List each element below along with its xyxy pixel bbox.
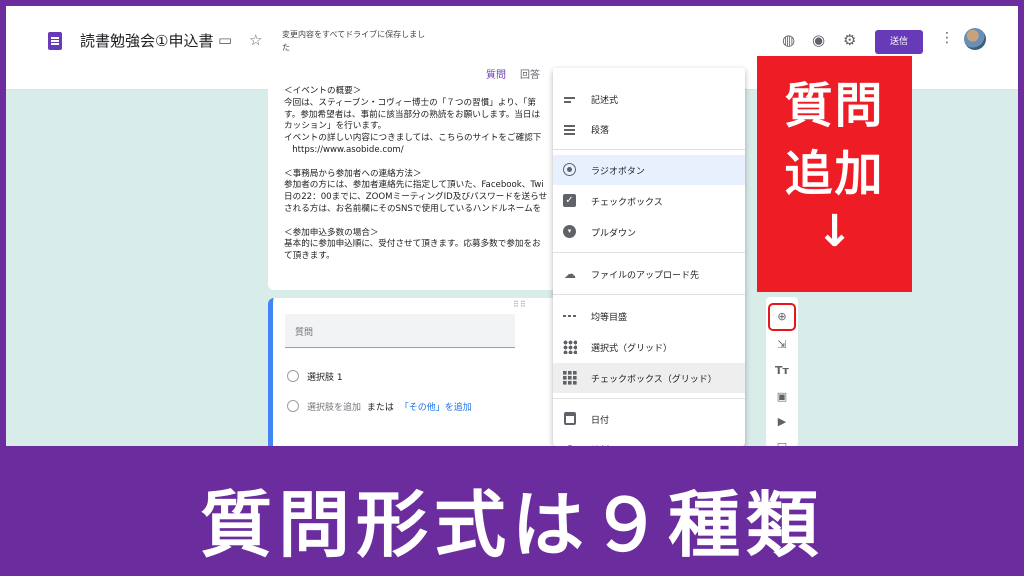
radio-option-icon [287,370,299,382]
down-arrow-icon: ↓ [816,206,853,257]
add-option-row: 選択肢を追加 または 「その他」を追加 [307,400,472,413]
form-description-card: ＜イベントの概要＞ 今回は、スティーブン・コヴィー博士の「７つの習慣」より、「第… [268,84,588,290]
upload-icon: ☁ [564,267,576,281]
caption-text: 質問形式は９種類 [199,483,824,567]
menu-item-time[interactable]: ◷ 時刻 [553,434,745,446]
menu-item-label: 日付 [591,416,610,426]
forms-doc-icon[interactable] [48,32,62,50]
form-description-text[interactable]: ＜イベントの概要＞ 今回は、スティーブン・コヴィー博士の「７つの習慣」より、「第… [284,86,584,263]
menu-item-checkbox[interactable]: ✓ チェックボックス [553,186,745,216]
add-question-highlight [768,303,796,331]
menu-item-label: チェックボックス [591,198,663,208]
menu-item-linear-scale[interactable]: 均等目盛 [553,301,745,331]
caption-banner: 質問形式は９種類 [0,446,1024,576]
add-title-icon[interactable]: Tт [774,363,790,379]
palette-icon[interactable]: ◍ [782,30,795,50]
add-section-icon[interactable]: ▭ [774,437,790,446]
question-title-input[interactable]: 質問 [285,314,515,348]
add-other-link[interactable]: 「その他」を追加 [400,403,472,413]
checkbox-grid-icon [563,371,577,385]
tab-responses[interactable]: 回答 [520,66,540,81]
callout-line1: 質問 [784,78,885,134]
thumbnail-frame: 読書勉強会①申込書 ▭ ☆ 変更内容をすべてドライブに保存しました ◍ ◉ ⚙ … [0,0,1024,576]
folder-icon[interactable]: ▭ [218,30,232,50]
menu-item-label: プルダウン [591,229,637,239]
menu-item-label: 記述式 [591,96,619,106]
menu-item-label: 段落 [591,126,610,136]
import-questions-icon[interactable]: ⇲ [774,337,790,353]
settings-gear-icon[interactable]: ⚙ [843,30,856,50]
checkbox-icon: ✓ [563,194,576,207]
radio-icon [563,163,576,176]
menu-item-label: ラジオボタン [591,167,645,177]
menu-item-date[interactable]: 日付 [553,404,745,434]
menu-item-label: ファイルのアップロード先 [591,271,700,281]
menu-divider [553,149,745,150]
tab-questions[interactable]: 質問 [486,66,506,81]
menu-divider [553,294,745,295]
callout-line2: 追加 [784,146,885,202]
date-icon [564,412,576,425]
menu-item-checkbox-grid[interactable]: チェックボックス（グリッド） [553,363,745,393]
radio-grid-icon [563,340,577,354]
drag-handle-icon[interactable]: ⠿⠿ [513,300,527,309]
menu-item-label: チェックボックス（グリッド） [591,375,717,385]
or-label: または [366,403,394,413]
menu-divider [553,252,745,253]
menu-item-paragraph[interactable]: 段落 [553,114,745,144]
add-image-icon[interactable]: ▣ [774,389,790,405]
option-1-label[interactable]: 選択肢 1 [307,370,343,383]
forms-editor-screen: 読書勉強会①申込書 ▭ ☆ 変更内容をすべてドライブに保存しました ◍ ◉ ⚙ … [6,6,1018,446]
add-video-icon[interactable]: ▶ [774,414,790,430]
linear-scale-icon [563,315,577,317]
add-option-link[interactable]: 選択肢を追加 [307,403,361,413]
star-icon[interactable]: ☆ [249,30,262,50]
more-vert-icon[interactable]: ⋮ [940,30,954,46]
dropdown-icon: ▾ [563,225,576,238]
menu-item-short-answer[interactable]: 記述式 [553,84,745,114]
menu-item-radio[interactable]: ラジオボタン [553,155,745,185]
doc-title[interactable]: 読書勉強会①申込書 [80,30,213,51]
question-card[interactable]: ⠿⠿ 質問 選択肢 1 選択肢を追加 または 「その他」を追加 [268,298,588,446]
menu-item-label: 選択式（グリッド） [591,344,673,354]
menu-item-label: 均等目盛 [591,313,628,323]
question-type-menu: 記述式 段落 ラジオボタン ✓ チェックボックス ▾ プルダウン ☁ ファイルの… [553,68,745,446]
send-button[interactable]: 送信 [875,30,923,54]
menu-item-radio-grid[interactable]: 選択式（グリッド） [553,332,745,362]
menu-item-file-upload[interactable]: ☁ ファイルのアップロード先 [553,259,745,289]
menu-item-dropdown[interactable]: ▾ プルダウン [553,217,745,247]
preview-eye-icon[interactable]: ◉ [812,30,825,50]
menu-divider [553,398,745,399]
callout-box: 質問 追加 ↓ [757,56,912,292]
avatar[interactable] [964,28,986,50]
radio-add-option-icon [287,400,299,412]
save-status: 変更内容をすべてドライブに保存しました [282,30,426,52]
